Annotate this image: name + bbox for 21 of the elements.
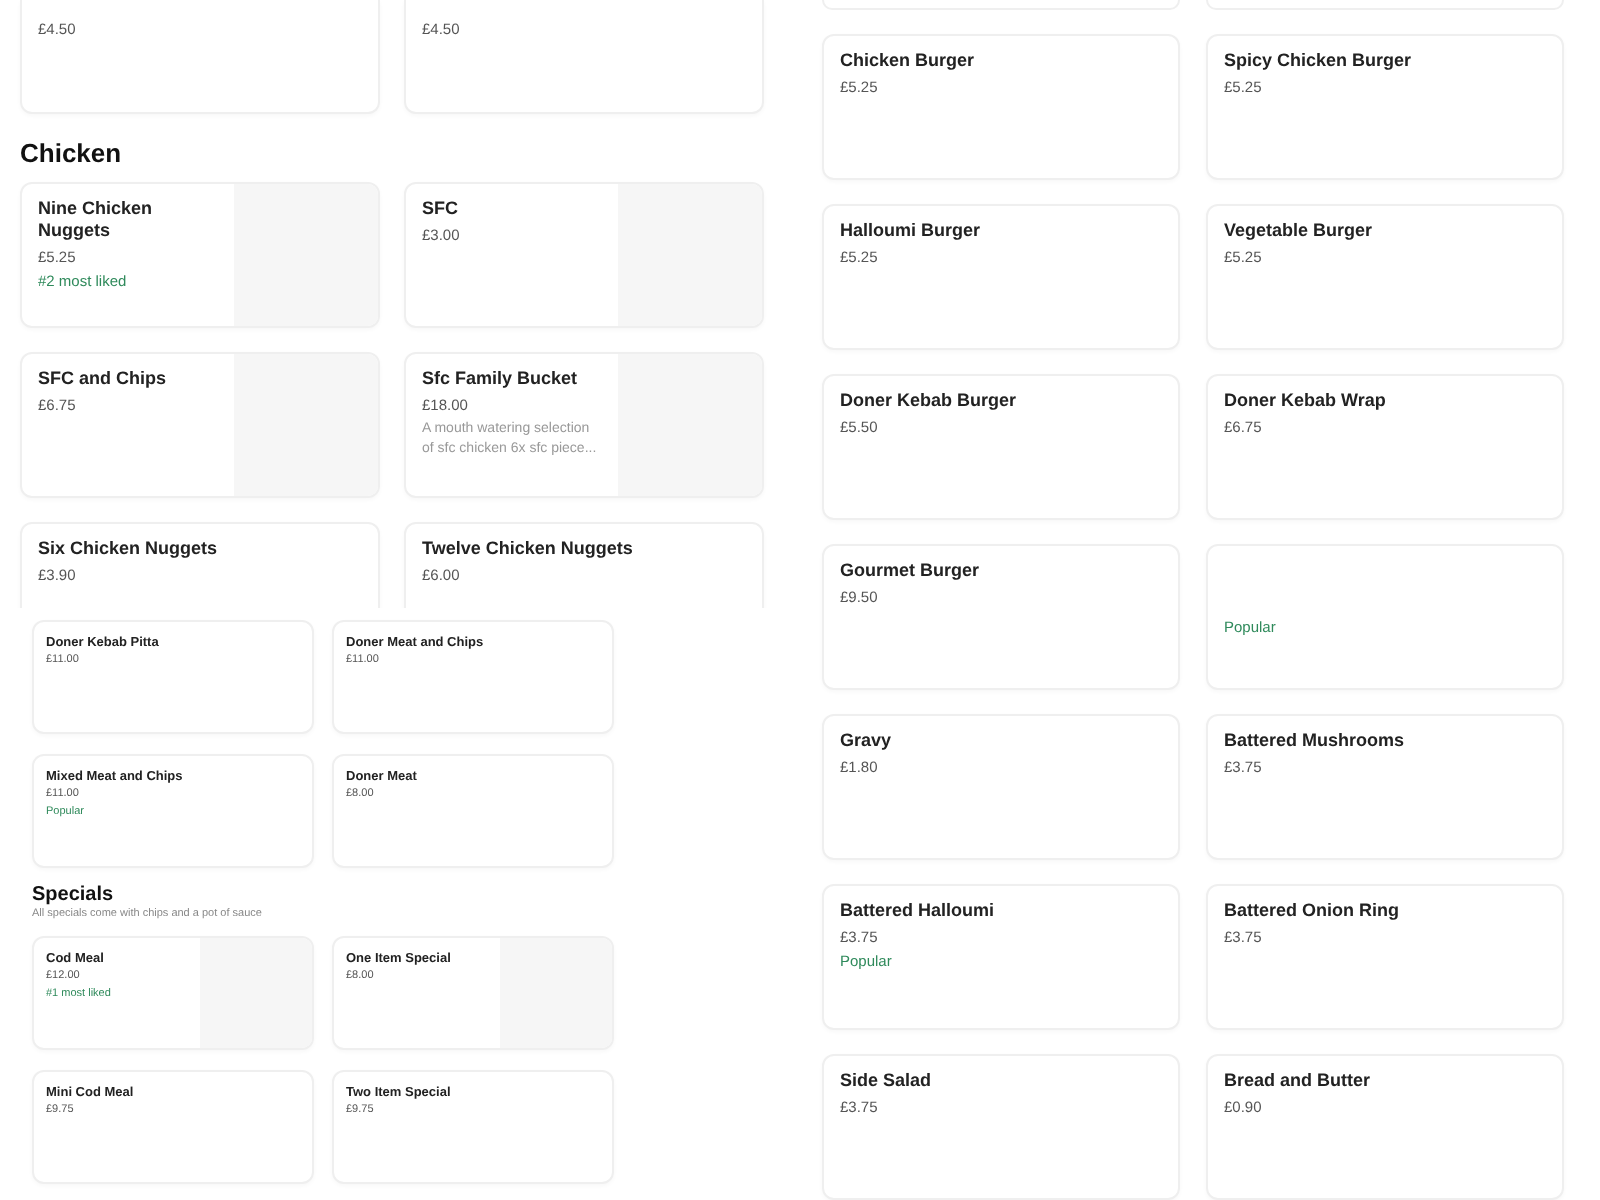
item-name: Battered Halloumi xyxy=(840,900,995,922)
item-name: Battered Mushrooms xyxy=(1224,730,1405,752)
section-heading: Specials xyxy=(32,884,116,906)
item-name: Nine Chicken Nuggets xyxy=(38,198,155,242)
item-name: Vegetable Burger xyxy=(1224,220,1373,242)
item-name: Sfc Family Bucket xyxy=(422,368,578,390)
item-name: Side Salad xyxy=(840,1070,932,1092)
item-name: Six Chicken Nuggets xyxy=(38,538,218,560)
item-name: Doner Kebab Burger xyxy=(840,390,1017,412)
item-name: SFC xyxy=(422,198,458,220)
item-name: SFC and Chips xyxy=(38,368,167,390)
item-name: Halloumi Burger xyxy=(840,220,981,242)
item-name: Spicy Chicken Burger xyxy=(1224,50,1412,72)
item-name: Battered Onion Ring xyxy=(1224,900,1399,922)
item-name: Twelve Chicken Nuggets xyxy=(422,538,633,560)
item-name: Doner Kebab Wrap xyxy=(1224,390,1386,412)
section-heading: Chicken xyxy=(20,138,124,168)
item-name: Gourmet Burger xyxy=(840,560,980,582)
item-name: Gravy xyxy=(840,730,892,752)
item-name: Bread and Butter xyxy=(1224,1070,1371,1092)
item-name: Chicken Burger xyxy=(840,50,975,72)
